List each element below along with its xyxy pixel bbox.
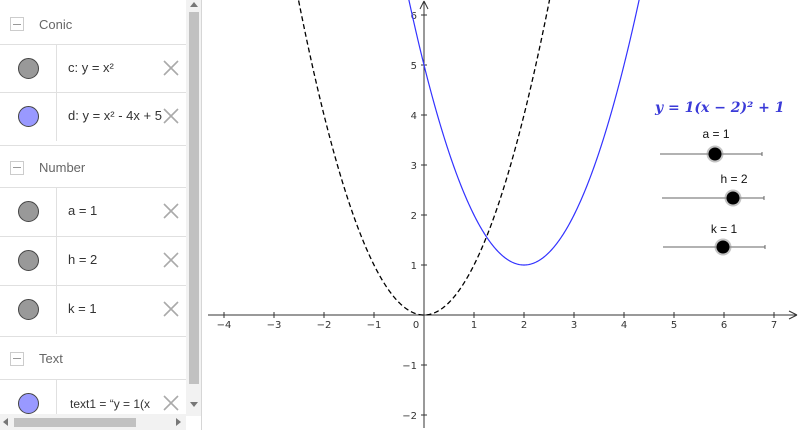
algebra-row-c[interactable]: c: y = x² bbox=[0, 44, 186, 93]
horizontal-scrollbar[interactable] bbox=[0, 414, 186, 430]
category-label: Number bbox=[39, 160, 86, 175]
slider-handle[interactable] bbox=[716, 240, 730, 254]
graphics-view[interactable]: −4 −3 −2 −1 0 1 2 3 4 5 6 7 654321−1−2 y = 1(x − 2)… bbox=[203, 0, 800, 430]
x-tick-label: −2 bbox=[317, 320, 332, 331]
x-tick-label: 6 bbox=[721, 320, 727, 331]
close-icon[interactable] bbox=[162, 107, 180, 125]
vertical-scrollbar[interactable] bbox=[186, 0, 201, 416]
slider-label: h = 2 bbox=[720, 172, 747, 186]
visibility-toggle-icon[interactable] bbox=[18, 393, 39, 414]
visibility-toggle-icon[interactable] bbox=[18, 299, 39, 320]
x-tick-label: −4 bbox=[217, 320, 232, 331]
algebra-row-a[interactable]: a = 1 bbox=[0, 187, 186, 236]
slider-k[interactable]: k = 1 bbox=[663, 222, 766, 256]
x-tick-label: −1 bbox=[367, 320, 382, 331]
close-icon[interactable] bbox=[162, 251, 180, 269]
scroll-down-icon[interactable] bbox=[190, 402, 198, 407]
x-tick-label: 4 bbox=[621, 320, 627, 331]
y-tick-label: 2 bbox=[411, 211, 417, 222]
slider-h[interactable]: h = 2 bbox=[662, 172, 765, 207]
visibility-toggle-icon[interactable] bbox=[18, 201, 39, 222]
algebra-row-k[interactable]: k = 1 bbox=[0, 285, 186, 334]
scrollbar-thumb[interactable] bbox=[14, 418, 136, 427]
category-label: Conic bbox=[39, 16, 73, 32]
visibility-toggle-icon[interactable] bbox=[18, 58, 39, 79]
x-tick-label: −3 bbox=[267, 320, 282, 331]
parabola-d[interactable] bbox=[404, 0, 644, 266]
close-icon[interactable] bbox=[162, 300, 180, 318]
category-number[interactable]: Number bbox=[0, 145, 186, 189]
scroll-right-icon[interactable] bbox=[176, 418, 181, 426]
close-icon[interactable] bbox=[162, 202, 180, 220]
category-label: Text bbox=[39, 351, 63, 366]
x-tick-label: 3 bbox=[571, 320, 577, 331]
scroll-left-icon[interactable] bbox=[3, 418, 8, 426]
equation-text[interactable]: y = 1(x − 2)² + 1 bbox=[654, 100, 785, 116]
x-tick-label: 7 bbox=[771, 320, 777, 331]
scroll-up-icon[interactable] bbox=[190, 2, 198, 7]
y-tick-label: −2 bbox=[402, 411, 417, 422]
y-tick-label: 1 bbox=[411, 261, 417, 272]
x-tick-label: 1 bbox=[471, 320, 477, 331]
algebra-row-h[interactable]: h = 2 bbox=[0, 236, 186, 285]
x-tick-label: 2 bbox=[521, 320, 527, 331]
x-axis bbox=[208, 310, 798, 320]
slider-a[interactable]: a = 1 bbox=[660, 127, 763, 163]
visibility-toggle-icon[interactable] bbox=[18, 250, 39, 271]
category-text[interactable]: Text bbox=[0, 336, 186, 380]
collapse-icon[interactable] bbox=[10, 17, 24, 31]
slider-label: k = 1 bbox=[711, 222, 738, 236]
collapse-icon[interactable] bbox=[10, 160, 24, 175]
x-tick-label: 0 bbox=[413, 320, 419, 331]
scrollbar-thumb[interactable] bbox=[189, 12, 199, 384]
algebra-row-d[interactable]: d: y = x² - 4x + 5 bbox=[0, 92, 186, 141]
close-icon[interactable] bbox=[162, 394, 180, 412]
collapse-icon[interactable] bbox=[10, 351, 24, 366]
visibility-toggle-icon[interactable] bbox=[18, 106, 39, 127]
y-tick-label: 5 bbox=[411, 61, 417, 72]
category-conic[interactable]: Conic bbox=[0, 2, 186, 46]
close-icon[interactable] bbox=[162, 59, 180, 77]
y-tick-label: −1 bbox=[402, 361, 417, 372]
slider-handle[interactable] bbox=[708, 147, 722, 161]
slider-handle[interactable] bbox=[726, 191, 740, 205]
y-tick-label: 3 bbox=[411, 161, 417, 172]
slider-label: a = 1 bbox=[702, 127, 729, 141]
y-tick-label: 4 bbox=[411, 111, 417, 122]
x-tick-label: 5 bbox=[671, 320, 677, 331]
algebra-view: Conic c: y = x² d: y = x² - 4x + 5 Numbe… bbox=[0, 0, 202, 430]
